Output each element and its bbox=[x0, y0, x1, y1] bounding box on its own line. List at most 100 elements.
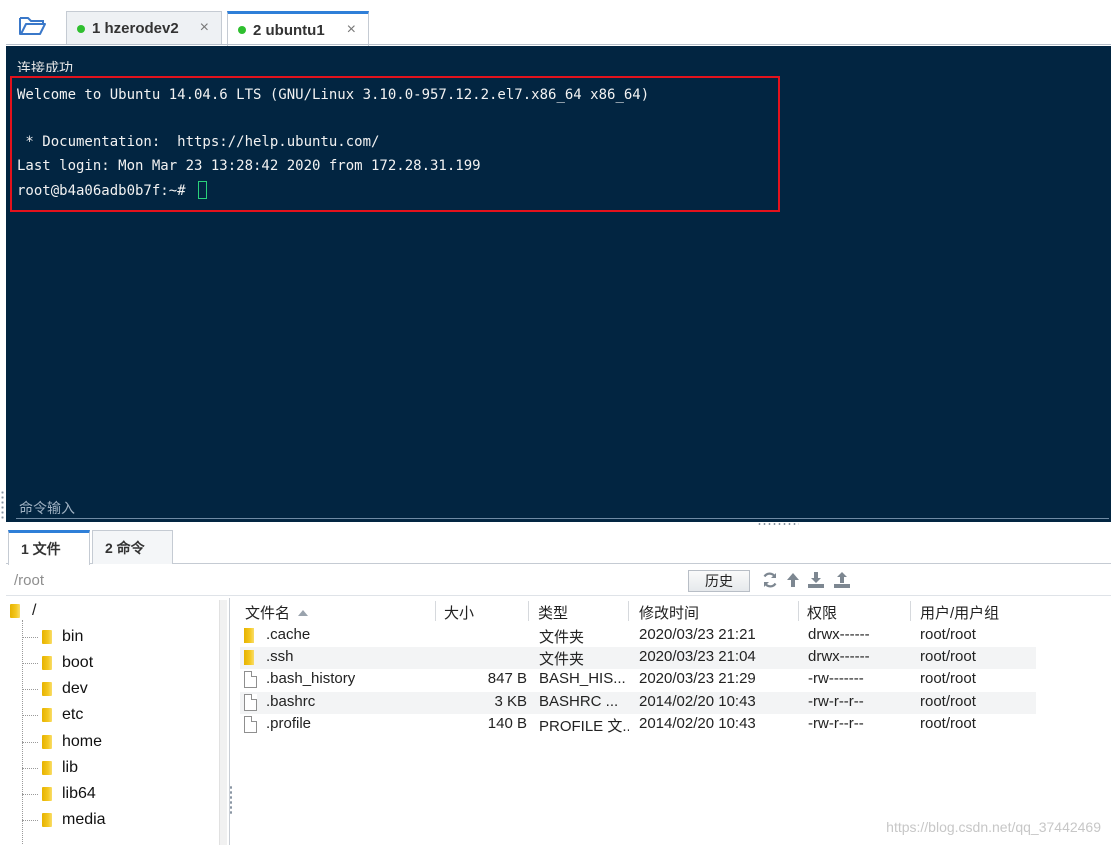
file-row[interactable]: .ssh 文件夹 2020/03/23 21:04 drwx------ roo… bbox=[240, 647, 1036, 669]
column-separator[interactable] bbox=[910, 601, 911, 621]
upload-icon[interactable] bbox=[833, 571, 851, 589]
tab-commands[interactable]: 2 命令 bbox=[92, 530, 173, 564]
folder-icon bbox=[42, 813, 52, 827]
file-owner: root/root bbox=[920, 670, 976, 687]
tab-label: 2 命令 bbox=[105, 539, 145, 556]
folder-icon bbox=[42, 656, 52, 670]
file-modified: 2020/03/23 21:29 bbox=[639, 670, 756, 687]
file-name: .bash_history bbox=[266, 670, 356, 687]
drag-grip-icon[interactable] bbox=[0, 490, 5, 520]
current-path-input[interactable]: /root bbox=[14, 572, 44, 589]
tab-label: 1 文件 bbox=[21, 541, 61, 557]
column-separator[interactable] bbox=[528, 601, 529, 621]
open-folder-icon[interactable] bbox=[18, 14, 48, 40]
tree-item-label: media bbox=[62, 811, 106, 828]
tab-hzerodev2[interactable]: 1 hzerodev2 × bbox=[66, 11, 222, 45]
file-type: PROFILE 文... bbox=[539, 718, 629, 735]
file-icon bbox=[244, 671, 257, 688]
tree-item-label: lib64 bbox=[62, 785, 96, 802]
command-input-underline bbox=[16, 518, 1109, 519]
command-input-field[interactable]: 命令输入 bbox=[19, 498, 75, 518]
tree-item-boot[interactable]: boot bbox=[22, 652, 93, 674]
file-row[interactable]: .profile 140 B PROFILE 文... 2014/02/20 1… bbox=[240, 714, 1036, 736]
file-row[interactable]: .bash_history 847 B BASH_HIS... 2020/03/… bbox=[240, 669, 1036, 691]
column-owner[interactable]: 用户/用户组 bbox=[920, 602, 999, 623]
tree-item-label: bin bbox=[62, 628, 84, 645]
tree-item-bin[interactable]: bin bbox=[22, 626, 83, 648]
tree-resize-grip[interactable] bbox=[229, 785, 233, 815]
download-icon[interactable] bbox=[807, 571, 825, 589]
history-button[interactable]: 历史 bbox=[688, 570, 750, 592]
tree-root[interactable]: / bbox=[10, 600, 36, 622]
file-size: 847 B bbox=[487, 670, 527, 687]
tree-item-label: home bbox=[62, 733, 103, 750]
folder-icon bbox=[42, 787, 52, 801]
file-icon bbox=[244, 694, 257, 711]
close-tab-icon[interactable]: × bbox=[200, 19, 209, 37]
column-name[interactable]: 文件名 bbox=[245, 602, 309, 623]
file-type: 文件夹 bbox=[539, 651, 585, 668]
tree-connector bbox=[22, 636, 38, 638]
file-name: .ssh bbox=[266, 648, 294, 665]
file-owner: root/root bbox=[920, 648, 976, 665]
file-modified: 2020/03/23 21:21 bbox=[639, 626, 756, 643]
file-name: .cache bbox=[266, 626, 311, 643]
file-modified: 2014/02/20 10:43 bbox=[639, 715, 756, 732]
tree-item-lib[interactable]: lib bbox=[22, 757, 78, 779]
directory-tree: / bin boot dev etc home lib lib64 media bbox=[6, 598, 230, 845]
file-permissions: -rw-r--r-- bbox=[808, 715, 864, 732]
folder-icon bbox=[42, 761, 52, 775]
tree-connector bbox=[22, 741, 38, 743]
file-type: BASH_HIS... bbox=[539, 670, 626, 687]
file-list: 文件名 大小 类型 修改时间 权限 用户/用户组 .cache 文件夹 2020… bbox=[236, 598, 1111, 845]
column-type[interactable]: 类型 bbox=[538, 602, 568, 623]
tree-connector bbox=[22, 688, 38, 690]
tree-item-etc[interactable]: etc bbox=[22, 704, 83, 726]
file-type: BASHRC ... bbox=[539, 693, 619, 710]
file-owner: root/root bbox=[920, 693, 976, 710]
tree-item-dev[interactable]: dev bbox=[22, 678, 88, 700]
tree-connector bbox=[22, 662, 38, 664]
column-separator[interactable] bbox=[628, 601, 629, 621]
folder-icon bbox=[42, 735, 52, 749]
file-name: .profile bbox=[266, 715, 312, 732]
tree-item-label: boot bbox=[62, 654, 94, 671]
folder-icon bbox=[42, 630, 52, 644]
column-separator[interactable] bbox=[798, 601, 799, 621]
terminal-panel[interactable]: 连接成功 Welcome to Ubuntu 14.04.6 LTS (GNU/… bbox=[6, 46, 1111, 522]
tree-item-lib64[interactable]: lib64 bbox=[22, 783, 96, 805]
path-toolbar: /root 历史 bbox=[6, 566, 1111, 596]
file-size: 3 KB bbox=[494, 693, 527, 710]
column-modified[interactable]: 修改时间 bbox=[639, 602, 699, 623]
tree-item-media[interactable]: media bbox=[22, 809, 106, 831]
column-permissions[interactable]: 权限 bbox=[807, 602, 837, 623]
tab-files[interactable]: 1 文件 bbox=[8, 530, 90, 565]
refresh-icon[interactable] bbox=[761, 571, 779, 589]
tree-scrollbar[interactable] bbox=[219, 600, 227, 845]
panel-splitter-handle[interactable] bbox=[757, 522, 799, 526]
file-name: .bashrc bbox=[266, 693, 316, 710]
connected-status-icon bbox=[77, 24, 85, 33]
tree-item-home[interactable]: home bbox=[22, 731, 102, 753]
tabbar-divider bbox=[6, 44, 1111, 45]
tree-root-label: / bbox=[32, 602, 37, 619]
column-size[interactable]: 大小 bbox=[444, 602, 474, 623]
ssh-client-window: 1 hzerodev2 × 2 ubuntu1 × 连接成功 Welcome t… bbox=[0, 0, 1111, 845]
tab-label: 1 hzerodev2 bbox=[92, 20, 179, 37]
tab-ubuntu1[interactable]: 2 ubuntu1 × bbox=[227, 11, 369, 46]
file-modified: 2020/03/23 21:04 bbox=[639, 648, 756, 665]
session-tab-bar: 1 hzerodev2 × 2 ubuntu1 × bbox=[0, 0, 1111, 46]
column-separator[interactable] bbox=[435, 601, 436, 621]
close-tab-icon[interactable]: × bbox=[347, 21, 356, 39]
tree-item-label: etc bbox=[62, 706, 84, 723]
file-row[interactable]: .cache 文件夹 2020/03/23 21:21 drwx------ r… bbox=[240, 625, 1036, 647]
file-modified: 2014/02/20 10:43 bbox=[639, 693, 756, 710]
watermark-text: https://blog.csdn.net/qq_37442469 bbox=[886, 819, 1101, 835]
folder-icon bbox=[42, 682, 52, 696]
tree-connector bbox=[22, 714, 38, 716]
file-icon bbox=[244, 716, 257, 733]
tree-connector bbox=[22, 819, 38, 821]
file-row[interactable]: .bashrc 3 KB BASHRC ... 2014/02/20 10:43… bbox=[240, 692, 1036, 714]
file-size: 140 B bbox=[487, 715, 527, 732]
up-directory-icon[interactable] bbox=[784, 571, 802, 589]
